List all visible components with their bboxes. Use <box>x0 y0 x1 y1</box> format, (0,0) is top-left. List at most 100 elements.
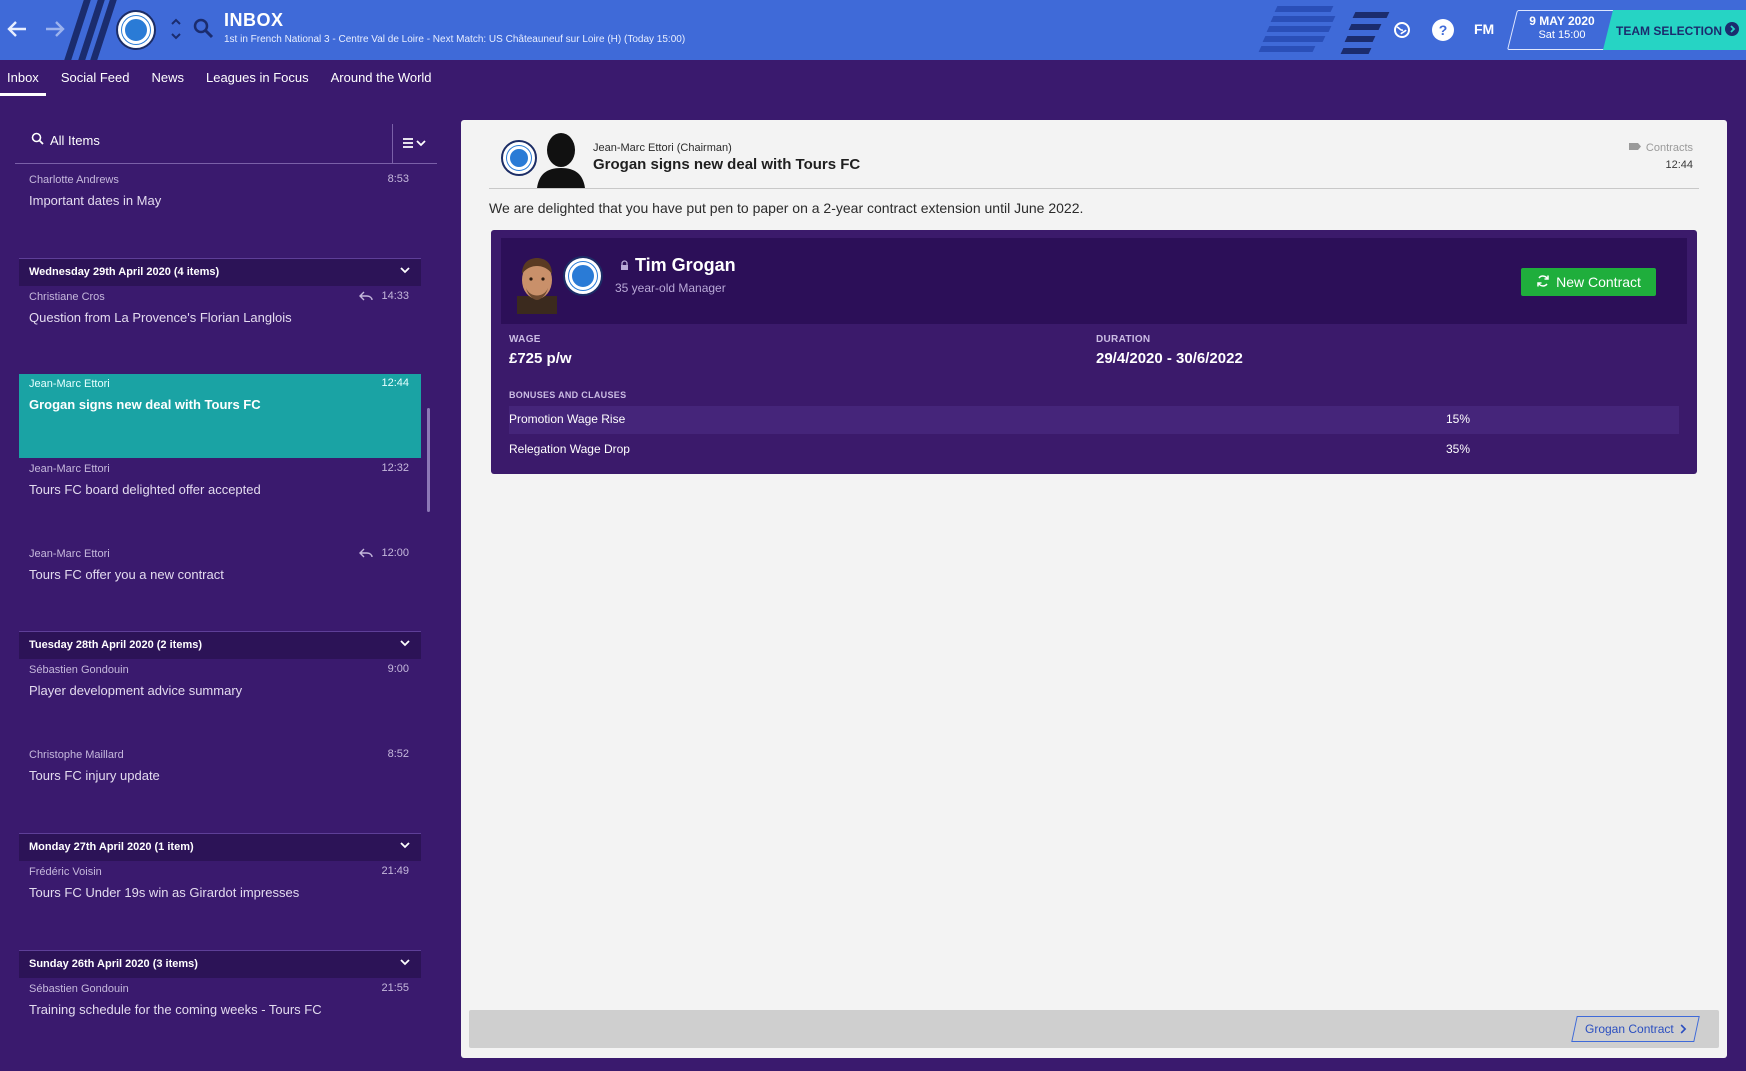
group-header[interactable]: Tuesday 28th April 2020 (2 items) <box>19 631 421 659</box>
inbox-filter-bar: All Items <box>15 124 437 164</box>
message-time: 12:44 <box>1665 159 1693 171</box>
club-switch-chevrons[interactable] <box>168 14 184 46</box>
item-time: 12:00 <box>381 547 409 559</box>
clause-row: Relegation Wage Drop 35% <box>509 436 1679 464</box>
item-sender: Jean-Marc Ettori <box>29 463 110 475</box>
menu-icon <box>402 137 428 152</box>
chevron-down-icon <box>399 839 411 854</box>
item-time: 12:32 <box>381 462 409 474</box>
group-header[interactable]: Sunday 26th April 2020 (3 items) <box>19 950 421 978</box>
tab-around-the-world[interactable]: Around the World <box>324 60 439 96</box>
tab-leagues-in-focus[interactable]: Leagues in Focus <box>199 60 316 96</box>
item-time: 9:00 <box>387 663 409 675</box>
item-subject: Important dates in May <box>29 193 162 208</box>
message-panel: Jean-Marc Ettori (Chairman) Grogan signs… <box>461 120 1727 1058</box>
group-header[interactable]: Wednesday 29th April 2020 (4 items) <box>19 258 421 286</box>
player-name[interactable]: Tim Grogan <box>635 255 736 276</box>
contract-card-header: Tim Grogan 35 year-old Manager New Contr… <box>501 238 1687 324</box>
player-portrait[interactable] <box>517 256 557 314</box>
list-item[interactable]: Christiane Cros 14:33 Question from La P… <box>19 287 421 365</box>
inbox-tabs: Inbox Social Feed News Leagues in Focus … <box>0 60 1746 96</box>
tab-inbox[interactable]: Inbox <box>0 60 46 96</box>
item-time: 21:49 <box>381 865 409 877</box>
bonuses-label: BONUSES AND CLAUSES <box>509 390 627 400</box>
clause-label: Relegation Wage Drop <box>509 442 630 456</box>
list-item[interactable]: Christophe Maillard 8:52 Tours FC injury… <box>19 745 421 823</box>
club-crest-icon[interactable] <box>563 256 603 296</box>
clause-row: Promotion Wage Rise 15% <box>509 406 1679 434</box>
group-header-label: Sunday 26th April 2020 (3 items) <box>29 958 198 970</box>
list-item[interactable]: Frédéric Voisin 21:49 Tours FC Under 19s… <box>19 862 421 940</box>
back-arrow-icon[interactable] <box>2 14 32 44</box>
fm-menu-button[interactable]: FM <box>1474 21 1494 37</box>
list-item[interactable]: Jean-Marc Ettori 12:00 Tours FC offer yo… <box>19 544 421 622</box>
chevron-right-icon <box>1679 1017 1687 1049</box>
club-crest-icon[interactable] <box>116 10 156 50</box>
search-icon <box>31 132 44 148</box>
chevron-down-icon <box>399 264 411 279</box>
lock-icon <box>619 260 630 274</box>
new-contract-label: New Contract <box>1556 274 1641 290</box>
inbox-scrollbar[interactable] <box>427 408 430 512</box>
club-crest-icon <box>501 140 537 176</box>
clause-value: 15% <box>1446 412 1471 426</box>
group-header-label: Tuesday 28th April 2020 (2 items) <box>29 639 203 651</box>
list-item[interactable]: Sébastien Gondouin 9:00 Player developme… <box>19 660 421 738</box>
message-subject: Grogan signs new deal with Tours FC <box>593 156 861 173</box>
filter-menu-button[interactable] <box>392 124 437 164</box>
forward-arrow-icon[interactable] <box>40 14 70 44</box>
group-header-label: Wednesday 29th April 2020 (4 items) <box>29 266 220 278</box>
message-footer: Grogan Contract <box>469 1010 1719 1048</box>
item-subject: Tours FC offer you a new contract <box>29 567 224 582</box>
item-subject: Player development advice summary <box>29 683 243 698</box>
duration-value: 29/4/2020 - 30/6/2022 <box>1096 350 1243 367</box>
contract-card: Tim Grogan 35 year-old Manager New Contr… <box>491 230 1697 474</box>
item-time: 14:33 <box>381 290 409 302</box>
item-sender: Christiane Cros <box>29 291 105 303</box>
top-bar: INBOX 1st in French National 3 - Centre … <box>0 0 1746 60</box>
tab-news[interactable]: News <box>144 60 191 96</box>
club-status-subtitle: 1st in French National 3 - Centre Val de… <box>224 34 686 45</box>
current-time: Sat 15:00 <box>1538 29 1586 41</box>
item-sender: Sébastien Gondouin <box>29 983 129 995</box>
filter-search-button[interactable]: All Items <box>31 132 100 148</box>
filter-label: All Items <box>50 132 100 148</box>
svg-text:?: ? <box>1439 22 1448 38</box>
item-subject: Question from La Provence's Florian Lang… <box>29 310 292 325</box>
list-item[interactable]: Jean-Marc Ettori 12:32 Tours FC board de… <box>19 459 421 537</box>
player-description: 35 year-old Manager <box>615 281 726 295</box>
message-body: We are delighted that you have put pen t… <box>489 200 1084 216</box>
search-icon[interactable] <box>192 17 216 41</box>
item-subject: Grogan signs new deal with Tours FC <box>29 397 261 412</box>
group-header-label: Monday 27th April 2020 (1 item) <box>29 841 194 853</box>
message-sender[interactable]: Jean-Marc Ettori (Chairman) <box>593 142 732 154</box>
new-contract-button[interactable]: New Contract <box>1521 268 1656 296</box>
message-category-label: Contracts <box>1645 142 1693 154</box>
duration-label: DURATION <box>1096 334 1151 345</box>
chevron-right-icon[interactable] <box>1725 22 1739 36</box>
item-sender: Frédéric Voisin <box>29 866 102 878</box>
list-item[interactable]: Charlotte Andrews 8:53 Important dates i… <box>19 170 421 248</box>
wage-label: WAGE <box>509 334 541 345</box>
list-item-selected[interactable]: Jean-Marc Ettori 12:44 Grogan signs new … <box>19 374 421 458</box>
grogan-contract-link[interactable]: Grogan Contract <box>1571 1016 1700 1042</box>
chevron-down-icon <box>399 956 411 971</box>
item-sender: Sébastien Gondouin <box>29 664 129 676</box>
item-subject: Tours FC board delighted offer accepted <box>29 482 261 497</box>
item-sender: Jean-Marc Ettori <box>29 378 110 390</box>
group-header[interactable]: Monday 27th April 2020 (1 item) <box>19 833 421 861</box>
item-time: 12:44 <box>381 377 409 389</box>
refresh-icon <box>1536 274 1550 291</box>
item-sender: Charlotte Andrews <box>29 174 119 186</box>
list-item[interactable]: Sébastien Gondouin 21:55 Training schedu… <box>19 979 421 1057</box>
help-icon[interactable]: ? <box>1430 17 1456 43</box>
divider <box>489 188 1699 189</box>
tab-social-feed[interactable]: Social Feed <box>54 60 137 96</box>
sender-avatar[interactable] <box>533 130 589 188</box>
globe-icon[interactable] <box>1389 17 1415 43</box>
item-subject: Tours FC injury update <box>29 768 160 783</box>
item-time: 8:52 <box>387 748 409 760</box>
current-date-button[interactable]: 9 MAY 2020 Sat 15:00 <box>1512 14 1612 41</box>
chevron-down-icon <box>399 637 411 652</box>
item-sender: Jean-Marc Ettori <box>29 548 110 560</box>
